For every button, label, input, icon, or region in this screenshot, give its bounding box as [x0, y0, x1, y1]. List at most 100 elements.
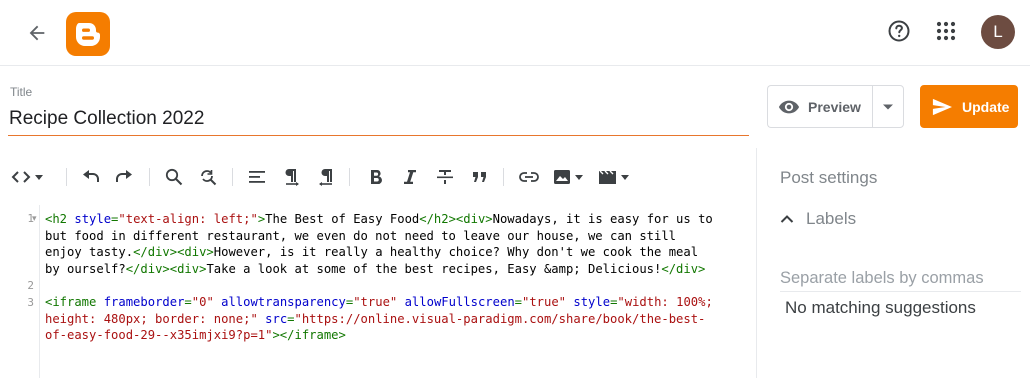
code-token: src [265, 311, 288, 326]
eye-icon [778, 100, 800, 113]
blogger-logo[interactable] [66, 12, 110, 56]
code-token: = [184, 295, 192, 309]
toolbar-divider [232, 168, 233, 186]
code-line: of-easy-food-29--x35imjxi9?p=1"></iframe… [45, 327, 755, 344]
chevron-up-icon [780, 215, 794, 223]
code-token: style [74, 212, 112, 226]
italic-icon [404, 170, 416, 184]
post-settings-panel: Post settings Labels No matching suggest… [756, 148, 1030, 378]
code-token: "https://online.visual-paradigm.com/shar… [294, 311, 706, 326]
help-button[interactable] [884, 16, 914, 46]
toolbar-divider [149, 168, 150, 186]
code-line: but food in different restaurant, we eve… [45, 228, 755, 245]
search-icon [165, 168, 183, 186]
code-token: by ourself? [45, 261, 126, 276]
code-token: Take a look at some of the best recipes,… [206, 261, 662, 276]
update-button[interactable]: Update [920, 85, 1018, 128]
insert-image-button[interactable] [552, 165, 586, 189]
toolbar-divider [503, 168, 504, 186]
bold-button[interactable] [364, 165, 388, 189]
no-matching-suggestions: No matching suggestions [785, 298, 976, 317]
preview-options-button[interactable] [872, 85, 904, 128]
find-replace-icon [201, 170, 217, 186]
code-token: However, is it really a healthy choice? … [213, 245, 699, 259]
code-token: style [573, 295, 611, 309]
insert-video-button[interactable] [597, 165, 631, 189]
code-token: "true" [522, 295, 567, 309]
code-token: frameborder [103, 295, 185, 309]
code-token: </div> [661, 261, 706, 276]
code-line: height: 480px; border: none;" src="https… [45, 311, 755, 328]
code-token: "text-align: left;" [118, 212, 258, 226]
fold-arrow-icon[interactable]: ▾ [32, 213, 37, 224]
code-token: </h2><div> [419, 212, 493, 226]
code-token: but food in different restaurant, we eve… [45, 228, 677, 243]
quote-button[interactable] [468, 165, 492, 189]
code-token: "width: 100%; [617, 295, 713, 309]
line-number-gutter: 1 ▾ 2 3 [0, 205, 40, 378]
redo-icon [116, 170, 132, 182]
toolbar-divider [349, 168, 350, 186]
code-view-icon [11, 171, 43, 183]
code-token: The Best of Easy Food [265, 212, 420, 226]
code-token: allowFullscreen [404, 295, 515, 309]
strikethrough-button[interactable] [433, 165, 457, 189]
post-settings-title: Post settings [780, 168, 878, 187]
find-replace-button[interactable] [196, 165, 220, 189]
italic-button[interactable] [398, 165, 422, 189]
apps-button[interactable] [931, 16, 961, 46]
labels-input[interactable] [780, 265, 1021, 292]
account-avatar[interactable]: L [981, 15, 1015, 49]
preview-label: Preview [808, 98, 861, 115]
top-app-bar: L [0, 0, 1030, 66]
line-number: 2 [27, 279, 34, 292]
code-token: ></iframe> [272, 328, 346, 342]
code-token: "true" [353, 295, 398, 309]
redo-button[interactable] [113, 165, 137, 189]
send-icon [932, 98, 952, 115]
align-button[interactable] [245, 165, 269, 189]
help-circle-icon [888, 20, 910, 42]
bold-icon [371, 170, 382, 184]
line-number: 1 [27, 212, 34, 225]
link-icon [519, 172, 539, 182]
code-line: <h2 style="text-align: left;">The Best o… [45, 211, 755, 228]
code-token: enjoy tasty. [45, 245, 134, 259]
toolbar-divider [66, 168, 67, 186]
labels-heading: Labels [806, 209, 857, 228]
html-code-editor[interactable]: 1 ▾ 2 3 <h2 style="text-align: left;">Th… [0, 205, 756, 378]
code-token: </div><div> [125, 261, 207, 276]
back-button[interactable] [20, 16, 54, 50]
preview-button[interactable]: Preview [767, 85, 872, 128]
post-title-input[interactable] [8, 106, 749, 136]
code-token: = [287, 311, 295, 326]
code-token: </div><div> [133, 245, 214, 259]
link-button[interactable] [516, 165, 542, 189]
blogger-b-icon [76, 23, 100, 46]
code-token: = [514, 295, 522, 309]
strikethrough-icon [437, 170, 453, 184]
code-token: "0" [191, 295, 214, 309]
code-token: height: 480px; border: none;" [45, 311, 258, 326]
apps-grid-icon [936, 21, 956, 41]
search-button[interactable] [162, 165, 186, 189]
align-left-icon [249, 171, 265, 183]
labels-section-toggle[interactable]: Labels [780, 206, 856, 232]
code-token: allowtransparency [221, 295, 346, 309]
update-label: Update [962, 98, 1010, 115]
title-label: Title [10, 85, 33, 99]
undo-icon [83, 170, 99, 182]
code-token: <iframe [45, 295, 104, 309]
undo-button[interactable] [78, 165, 102, 189]
quote-icon [473, 172, 486, 182]
caret-down-icon [883, 104, 893, 109]
code-line: <iframe frameborder="0" allowtransparenc… [45, 294, 755, 311]
paragraph-ltr-icon [285, 169, 299, 186]
line-number: 3 [27, 296, 34, 309]
editor-toolbar [0, 160, 756, 194]
code-token: <h2 [45, 212, 75, 226]
paragraph-ltr-button[interactable] [280, 165, 304, 189]
paragraph-rtl-button[interactable] [314, 165, 338, 189]
view-mode-button[interactable] [10, 165, 46, 189]
